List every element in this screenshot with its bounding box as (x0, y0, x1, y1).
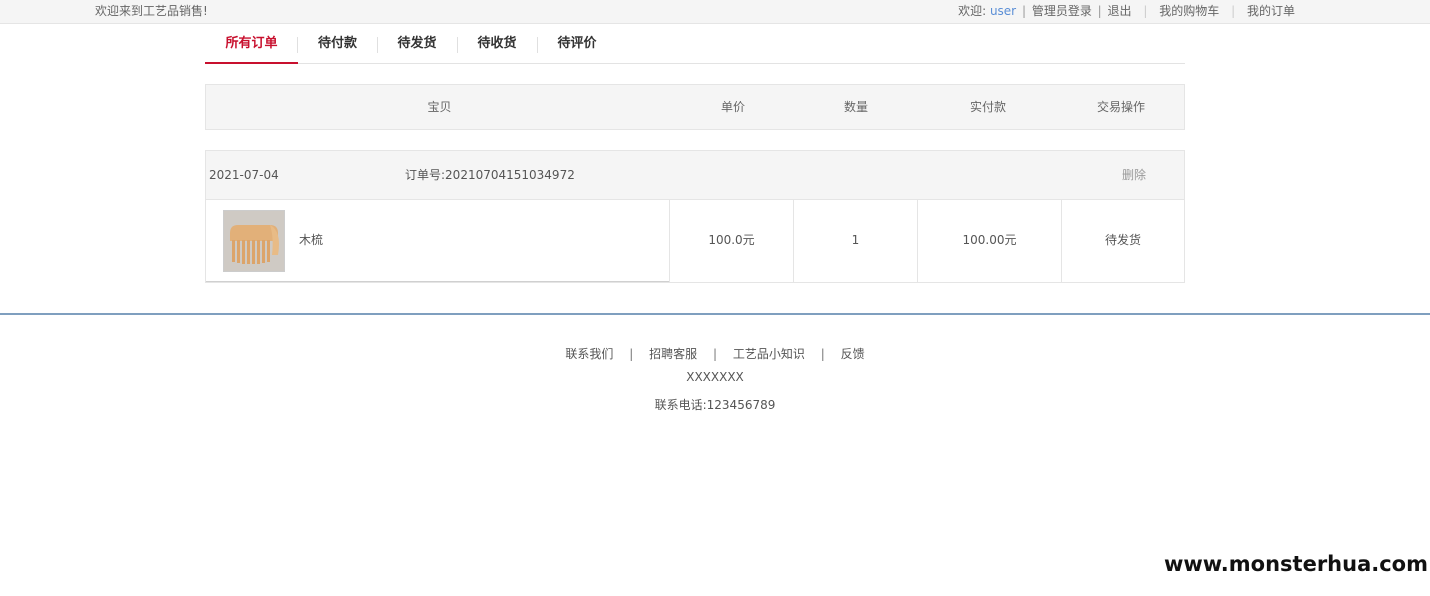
divider: | (1231, 4, 1236, 18)
divider: | (1143, 4, 1148, 18)
product-cell: 木梳 (206, 199, 669, 282)
divider: | (712, 347, 718, 361)
order-header: 2021-07-04 订单号:20210704151034972 删除 (205, 150, 1185, 200)
tab-all-orders[interactable]: 所有订单 (205, 25, 298, 64)
order-tabs: 所有订单 待付款 待发货 待收货 待评价 (205, 25, 1185, 64)
tab-pending-review[interactable]: 待评价 (537, 25, 617, 64)
footer-link-feedback[interactable]: 反馈 (841, 347, 865, 361)
my-orders-link[interactable]: 我的订单 (1247, 2, 1295, 19)
divider: | (820, 347, 825, 361)
column-paid: 实付款 (969, 100, 1006, 114)
column-action: 交易操作 (1096, 100, 1145, 114)
tab-pending-payment[interactable]: 待付款 (298, 25, 377, 64)
footer-link-knowledge[interactable]: 工艺品小知识 (733, 347, 805, 361)
footer-text: XXXXXXX (686, 370, 744, 384)
username-link[interactable]: user (990, 4, 1016, 18)
column-item: 宝贝 (427, 100, 452, 114)
orders-table-header: 宝贝 单价 数量 实付款 交易操作 (205, 84, 1185, 130)
order-status: 待发货 (1061, 199, 1184, 282)
footer-links: 联系我们 | 招聘客服 | 工艺品小知识 | 反馈 (0, 345, 1430, 362)
footer-link-recruit[interactable]: 招聘客服 (649, 347, 697, 361)
logout-link[interactable]: 退出 (1108, 2, 1132, 19)
greeting-label: 欢迎: (958, 4, 987, 18)
tab-pending-shipment[interactable]: 待发货 (377, 25, 457, 64)
top-bar-nav: 欢迎: user | 管理员登录 | 退出 | 我的购物车 | 我的订单 (958, 2, 1295, 19)
watermark: www.monsterhua.com (1163, 552, 1428, 576)
delete-order-button[interactable]: 删除 (1122, 151, 1146, 199)
footer-link-contact[interactable]: 联系我们 (565, 347, 613, 361)
column-unit-price: 单价 (720, 100, 745, 114)
admin-login-link[interactable]: 管理员登录 (1032, 2, 1092, 19)
divider: | (1097, 4, 1102, 18)
order-number: 订单号:20210704151034972 (405, 168, 575, 182)
comb-image (224, 211, 284, 271)
column-quantity: 数量 (843, 100, 868, 114)
divider: | (629, 347, 634, 361)
footer-phone: 联系电话:123456789 (654, 398, 776, 412)
welcome-text: 欢迎来到工艺品销售! (95, 4, 208, 18)
paid-cell: 100.00元 (917, 199, 1061, 282)
divider: | (1021, 4, 1026, 18)
order-row: 木梳 100.0元 1 100.00元 待发货 (205, 199, 1185, 283)
unit-price-cell: 100.0元 (669, 199, 793, 282)
quantity-cell: 1 (793, 199, 917, 282)
top-bar: 欢迎来到工艺品销售! 欢迎: user | 管理员登录 | 退出 | 我的购物车… (0, 0, 1430, 24)
product-thumbnail[interactable] (223, 210, 285, 272)
tab-pending-receipt[interactable]: 待收货 (457, 25, 537, 64)
cart-link[interactable]: 我的购物车 (1159, 2, 1219, 19)
footer-divider (0, 313, 1430, 315)
order-date: 2021-07-04 (209, 168, 279, 182)
product-name-link[interactable]: 木梳 (299, 199, 323, 281)
